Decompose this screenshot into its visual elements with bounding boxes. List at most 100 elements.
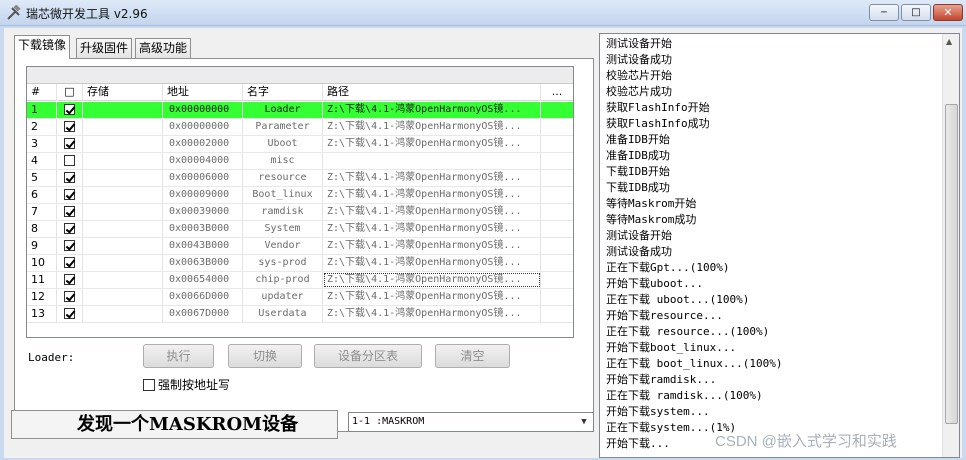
table-row[interactable]: 1 0x00000000 Loader Z:\下载\4.1-鸿蒙OpenHarmony…: [27, 102, 573, 119]
row-more[interactable]: [541, 119, 573, 135]
log-line: 下载IDB成功: [606, 181, 670, 194]
device-select[interactable]: 1-1 :MASKROM ▼: [348, 412, 594, 432]
table-row[interactable]: 10 0x0063B000 sys-prod Z:\下载\4.1-鸿蒙OpenHarm…: [27, 255, 573, 272]
row-storage: [83, 136, 163, 152]
row-more[interactable]: [541, 153, 573, 169]
row-checkbox[interactable]: [57, 153, 83, 169]
checkbox[interactable]: [64, 257, 75, 268]
table-row[interactable]: 2 0x00000000 Parameter Z:\下载\4.1-鸿蒙OpenHarm…: [27, 119, 573, 136]
col-header-index[interactable]: #: [27, 84, 57, 101]
chevron-down-icon[interactable]: ▼: [577, 415, 591, 429]
row-storage: [83, 102, 163, 118]
row-checkbox[interactable]: [57, 306, 83, 322]
col-header-storage[interactable]: 存储: [83, 84, 163, 101]
row-more[interactable]: [541, 136, 573, 152]
checkbox[interactable]: [64, 189, 75, 200]
row-path[interactable]: Z:\下载\4.1-鸿蒙OpenHarmonyOS镜...: [323, 255, 541, 271]
row-path[interactable]: Z:\下载\4.1-鸿蒙OpenHarmonyOS镜...: [323, 272, 541, 288]
table-row[interactable]: 9 0x0043B000 Vendor Z:\下载\4.1-鸿蒙OpenHarmony…: [27, 238, 573, 255]
row-more[interactable]: [541, 170, 573, 186]
force-address-checkbox[interactable]: 强制按地址写: [143, 376, 230, 393]
row-checkbox[interactable]: [57, 238, 83, 254]
tab-advanced-functions[interactable]: 高级功能: [135, 38, 192, 58]
row-more[interactable]: [541, 306, 573, 322]
checkbox-box[interactable]: [143, 378, 155, 391]
row-checkbox[interactable]: [57, 289, 83, 305]
col-header-address[interactable]: 地址: [163, 84, 243, 101]
row-address: 0x00009000: [163, 187, 243, 203]
row-path[interactable]: Z:\下载\4.1-鸿蒙OpenHarmonyOS镜...: [323, 238, 541, 254]
row-more[interactable]: [541, 221, 573, 237]
switch-button[interactable]: 切换: [228, 344, 302, 368]
partition-table-button[interactable]: 设备分区表: [314, 344, 422, 368]
col-header-check[interactable]: □: [57, 84, 83, 101]
row-checkbox[interactable]: [57, 255, 83, 271]
row-path[interactable]: Z:\下载\4.1-鸿蒙OpenHarmonyOS镜...: [323, 170, 541, 186]
col-header-name[interactable]: 名字: [243, 84, 323, 101]
checkbox[interactable]: [64, 223, 75, 234]
row-name: System: [243, 221, 323, 237]
tab-upgrade-firmware[interactable]: 升级固件: [76, 38, 133, 58]
row-checkbox[interactable]: [57, 119, 83, 135]
checkbox[interactable]: [64, 121, 75, 132]
row-path[interactable]: Z:\下载\4.1-鸿蒙OpenHarmonyOS镜...: [323, 306, 541, 322]
row-address: 0x00002000: [163, 136, 243, 152]
row-index: 3: [27, 136, 57, 152]
row-checkbox[interactable]: [57, 204, 83, 220]
table-row[interactable]: 6 0x00009000 Boot_linux Z:\下载\4.1-鸿蒙OpenHar…: [27, 187, 573, 204]
row-path[interactable]: Z:\下载\4.1-鸿蒙OpenHarmonyOS镜...: [323, 221, 541, 237]
row-path[interactable]: [323, 153, 541, 169]
col-header-more[interactable]: ...: [541, 84, 573, 101]
row-checkbox[interactable]: [57, 102, 83, 118]
col-header-path[interactable]: 路径: [323, 84, 541, 101]
row-checkbox[interactable]: [57, 170, 83, 186]
checkbox[interactable]: [64, 104, 75, 115]
table-row[interactable]: 12 0x0066D000 updater Z:\下载\4.1-鸿蒙OpenHarmo…: [27, 289, 573, 306]
checkbox[interactable]: [64, 138, 75, 149]
minimize-button[interactable]: ─: [869, 4, 899, 21]
row-checkbox[interactable]: [57, 272, 83, 288]
row-checkbox[interactable]: [57, 221, 83, 237]
row-checkbox[interactable]: [57, 136, 83, 152]
checkbox[interactable]: [64, 206, 75, 217]
table-row[interactable]: 3 0x00002000 Uboot Z:\下载\4.1-鸿蒙OpenHarmonyO…: [27, 136, 573, 153]
row-path[interactable]: Z:\下载\4.1-鸿蒙OpenHarmonyOS镜...: [323, 289, 541, 305]
row-checkbox[interactable]: [57, 187, 83, 203]
checkbox[interactable]: [64, 274, 75, 285]
table-row[interactable]: 7 0x00039000 ramdisk Z:\下载\4.1-鸿蒙OpenHarmon…: [27, 204, 573, 221]
table-row[interactable]: 4 0x00004000 misc: [27, 153, 573, 170]
row-more[interactable]: [541, 102, 573, 118]
tab-download-image[interactable]: 下载镜像: [14, 35, 71, 59]
scroll-up-icon[interactable]: ▲: [946, 37, 952, 46]
row-path[interactable]: Z:\下载\4.1-鸿蒙OpenHarmonyOS镜...: [323, 204, 541, 220]
table-row[interactable]: 5 0x00006000 resource Z:\下载\4.1-鸿蒙OpenHarmo…: [27, 170, 573, 187]
table-row[interactable]: 13 0x0067D000 Userdata Z:\下载\4.1-鸿蒙OpenHarm…: [27, 306, 573, 323]
log-line: 测试设备开始: [606, 37, 672, 50]
checkbox[interactable]: [64, 308, 75, 319]
table-row[interactable]: 11 0x00654000 chip-prod Z:\下载\4.1-鸿蒙OpenHar…: [27, 272, 573, 289]
row-path[interactable]: Z:\下载\4.1-鸿蒙OpenHarmonyOS镜...: [323, 187, 541, 203]
checkbox[interactable]: [64, 172, 75, 183]
log-scroll-thumb[interactable]: [945, 104, 958, 424]
row-more[interactable]: [541, 272, 573, 288]
close-button[interactable]: ✕: [933, 4, 963, 21]
row-more[interactable]: [541, 238, 573, 254]
table-row[interactable]: 8 0x0003B000 System Z:\下载\4.1-鸿蒙OpenHarmony…: [27, 221, 573, 238]
row-path[interactable]: Z:\下载\4.1-鸿蒙OpenHarmonyOS镜...: [323, 102, 541, 118]
checkbox[interactable]: [64, 291, 75, 302]
row-more[interactable]: [541, 204, 573, 220]
clear-button[interactable]: 清空: [435, 344, 510, 368]
row-more[interactable]: [541, 255, 573, 271]
checkbox[interactable]: [64, 155, 75, 166]
row-more[interactable]: [541, 187, 573, 203]
run-button[interactable]: 执行: [143, 344, 214, 368]
row-path[interactable]: Z:\下载\4.1-鸿蒙OpenHarmonyOS镜...: [323, 119, 541, 135]
log-panel[interactable]: 测试设备开始 测试设备成功 校验芯片开始 校验芯片成功 获取FlashInfo开始 获取F…: [599, 33, 960, 458]
row-name: sys-prod: [243, 255, 323, 271]
row-more[interactable]: [541, 289, 573, 305]
image-table[interactable]: # □ 存储 地址 名字 路径 ... 1 0x00000000 Loader Z:\…: [26, 66, 574, 338]
checkbox[interactable]: [64, 240, 75, 251]
row-path[interactable]: Z:\下载\4.1-鸿蒙OpenHarmonyOS镜...: [323, 136, 541, 152]
log-scrollbar[interactable]: ▲: [942, 34, 959, 457]
maximize-button[interactable]: □: [901, 4, 931, 21]
